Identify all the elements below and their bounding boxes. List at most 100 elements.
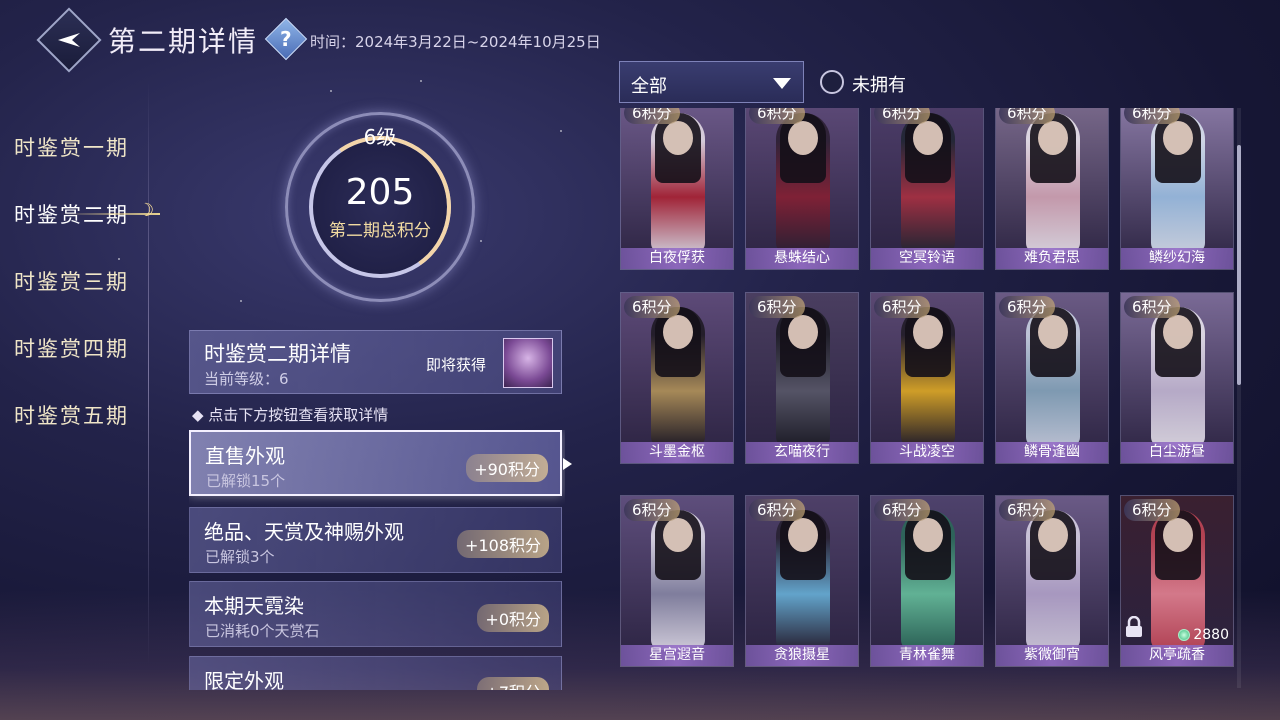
filter-value: 全部 [631, 76, 667, 97]
outfit-name: 白尘游昼 [1121, 442, 1233, 463]
points-badge: 6积分 [624, 296, 680, 318]
score-ring: 6级 205 第二期总积分 [285, 112, 475, 302]
outfit-name: 青林雀舞 [871, 645, 983, 666]
outfit-card[interactable]: 6积分玄喵夜行 [745, 292, 859, 464]
outfit-card[interactable]: 6积分白尘游昼 [1120, 292, 1234, 464]
outfit-card[interactable]: 6积分 星宫遐音 [620, 495, 734, 667]
selected-arrow-icon [563, 458, 572, 470]
points-badge: 6积分 [1124, 296, 1180, 318]
source-sub: 已解锁15个 [206, 472, 286, 490]
outfit-card[interactable]: 6积分青林雀舞 [870, 495, 984, 667]
points-badge: 6积分 [999, 296, 1055, 318]
caret-down-icon [773, 78, 791, 89]
outfit-face [788, 315, 818, 349]
source-points: +90积分 [466, 454, 548, 482]
price-tag: 2880 [1178, 627, 1229, 643]
points-badge: 6积分 [749, 296, 805, 318]
outfit-card[interactable]: 6积分白夜俘获 [620, 108, 734, 270]
outfit-face [1038, 121, 1068, 155]
outfit-face [1163, 315, 1193, 349]
outfit-face [1163, 518, 1193, 552]
source-item-direct-sale[interactable]: 直售外观 已解锁15个 +90积分 [189, 430, 562, 496]
outfit-face [663, 121, 693, 155]
outfit-face [663, 315, 693, 349]
outfit-card[interactable]: 6积分 2880 风亭疏香 [1120, 495, 1234, 667]
points-badge: 6积分 [874, 296, 930, 318]
gem-icon [1178, 629, 1191, 641]
outfit-name: 斗墨金枢 [621, 442, 733, 463]
points-badge: 6积分 [749, 499, 805, 521]
points-badge: 6积分 [624, 108, 680, 124]
outfit-name: 白夜俘获 [621, 248, 733, 269]
outfit-art [1121, 293, 1233, 463]
outfit-art [746, 293, 858, 463]
outfit-card[interactable]: 6积分 贪狼摄星 [745, 495, 859, 667]
points-badge: 6积分 [874, 499, 930, 521]
reward-thumbnail[interactable] [503, 338, 553, 388]
total-score: 205 [345, 172, 415, 213]
outfit-card[interactable]: 6积分悬蛛结心 [745, 108, 859, 270]
outfit-face [1038, 315, 1068, 349]
points-badge: 6积分 [874, 108, 930, 124]
category-filter-select[interactable]: 全部 [619, 61, 804, 103]
outfit-grid: 6积分 白夜俘获 6积分 悬蛛结心 6积分 空冥铃语 6积分 难负君思 6积分 鳞纱幻海 6积分 斗墨… [618, 108, 1238, 690]
outfit-card[interactable]: 6积分 鳞纱幻海 [1120, 108, 1234, 270]
period-detail-panel[interactable]: 时鉴赏二期详情 当前等级：6 即将获得 [189, 330, 562, 394]
outfit-name: 悬蛛结心 [746, 248, 858, 269]
help-icon[interactable]: ? [264, 17, 308, 61]
not-owned-label[interactable]: 未拥有 [852, 71, 906, 97]
sidebar-item-period-4[interactable]: 时鉴赏四期 [14, 333, 129, 363]
outfit-face [663, 518, 693, 552]
outfit-name: 星宫遐音 [621, 645, 733, 666]
scrollbar-thumb[interactable] [1237, 145, 1241, 385]
source-points: +0积分 [477, 604, 549, 632]
outfit-art [1121, 108, 1233, 269]
outfit-art [996, 108, 1108, 269]
points-badge: 6积分 [1124, 108, 1180, 124]
outfit-art [871, 293, 983, 463]
outfit-card[interactable]: 6积分 空冥铃语 [870, 108, 984, 270]
outfit-card[interactable]: 6积分鳞骨逢幽 [995, 292, 1109, 464]
outfit-name: 风亭疏香 [1121, 645, 1233, 666]
detail-title: 时鉴赏二期详情 [204, 342, 351, 366]
not-owned-radio[interactable] [820, 70, 844, 94]
source-item-dye[interactable]: 本期天霓染 已消耗0个天赏石 +0积分 [189, 581, 562, 647]
back-button[interactable] [36, 7, 102, 73]
price-value: 2880 [1193, 627, 1229, 643]
source-title: 直售外观 [205, 444, 285, 468]
outfit-art [871, 496, 983, 666]
outfit-art [996, 293, 1108, 463]
back-arrow-icon [58, 33, 80, 47]
outfit-face [913, 315, 943, 349]
time-range: 时间：2024年3月22日~2024年10月25日 [310, 33, 601, 51]
sidebar-item-period-5[interactable]: 时鉴赏五期 [14, 400, 129, 430]
source-sub: 已消耗0个天赏石 [205, 622, 320, 640]
outfit-card[interactable]: 6积分 难负君思 [995, 108, 1109, 270]
level-label: 6级 [363, 125, 397, 149]
outfit-face [913, 121, 943, 155]
outfit-art [996, 496, 1108, 666]
outfit-card[interactable]: 6积分 斗战凌空 [870, 292, 984, 464]
outfit-name: 玄喵夜行 [746, 442, 858, 463]
outfit-card[interactable]: 6积分斗墨金枢 [620, 292, 734, 464]
lock-icon [1124, 615, 1144, 642]
points-badge: 6积分 [749, 108, 805, 124]
outfit-art [621, 496, 733, 666]
outfit-art [621, 293, 733, 463]
outfit-card[interactable]: 6积分 紫微御宵 [995, 495, 1109, 667]
current-level: 当前等级：6 [204, 370, 289, 388]
source-item-premium[interactable]: 绝品、天赏及神赐外观 已解锁3个 +108积分 [189, 507, 562, 573]
sidebar-item-period-1[interactable]: 时鉴赏一期 [14, 132, 129, 162]
outfit-face [1038, 518, 1068, 552]
sidebar-item-period-3[interactable]: 时鉴赏三期 [14, 266, 129, 296]
outfit-art [871, 108, 983, 269]
outfit-face [788, 518, 818, 552]
outfit-face [1163, 121, 1193, 155]
outfit-name: 鳞骨逢幽 [996, 442, 1108, 463]
source-item-limited[interactable]: 限定外观 +7积分 [189, 656, 562, 690]
points-badge: 6积分 [999, 499, 1055, 521]
source-title: 本期天霓染 [204, 594, 304, 618]
outfit-art [746, 108, 858, 269]
score-caption: 第二期总积分 [329, 221, 431, 241]
outfit-name: 难负君思 [996, 248, 1108, 269]
